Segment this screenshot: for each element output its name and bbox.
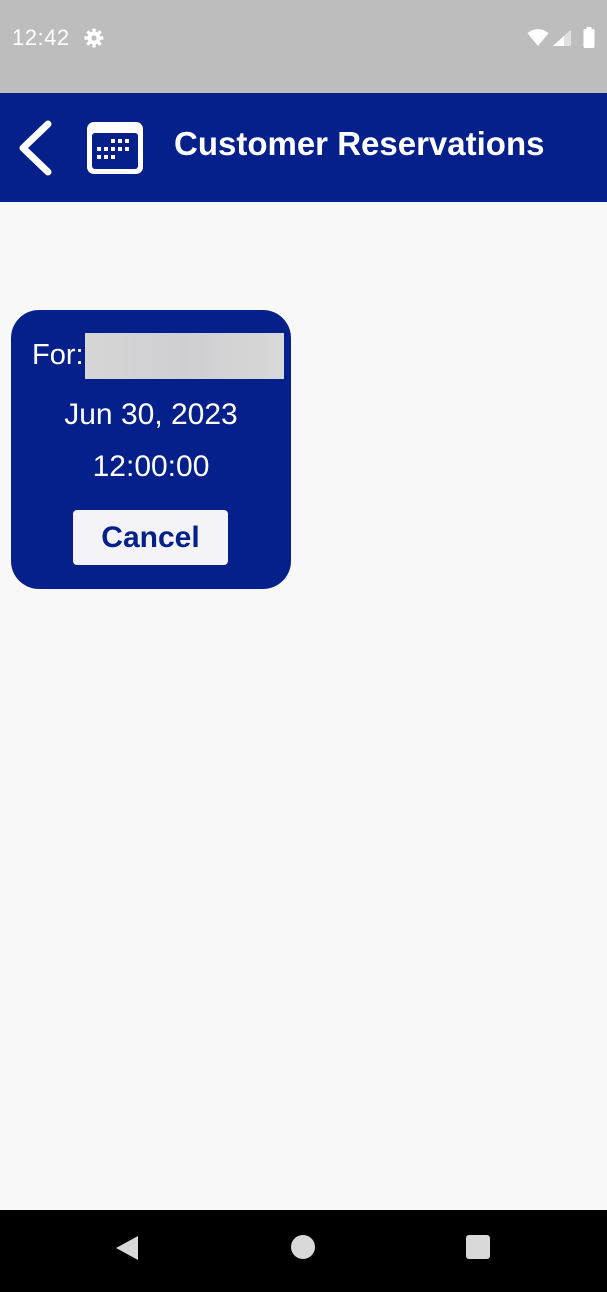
app-bar: Customer Reservations	[0, 93, 607, 202]
signal-icon	[553, 29, 571, 46]
for-label: For:	[32, 339, 84, 371]
reservation-card: For: Jun 30, 2023 12:00:00 Cancel	[11, 310, 291, 589]
reservation-date: Jun 30, 2023	[64, 398, 238, 431]
system-nav-bar	[0, 1210, 607, 1292]
wifi-icon	[527, 29, 549, 46]
reservation-time: 12:00:00	[92, 450, 210, 483]
battery-icon	[583, 27, 595, 48]
chevron-left-icon[interactable]	[14, 119, 58, 177]
status-bar: 12:42	[0, 0, 607, 93]
status-time: 12:42	[12, 25, 70, 50]
reservation-for-row: For:	[32, 332, 284, 379]
page-title: Customer Reservations	[174, 125, 545, 162]
nav-back-icon[interactable]	[114, 1234, 140, 1262]
cancel-button[interactable]: Cancel	[73, 510, 228, 565]
customer-name-redacted	[84, 332, 284, 379]
calendar-icon	[87, 122, 143, 174]
nav-home-icon[interactable]	[291, 1235, 315, 1259]
nav-recents-icon[interactable]	[466, 1235, 490, 1259]
gear-icon	[84, 28, 104, 48]
